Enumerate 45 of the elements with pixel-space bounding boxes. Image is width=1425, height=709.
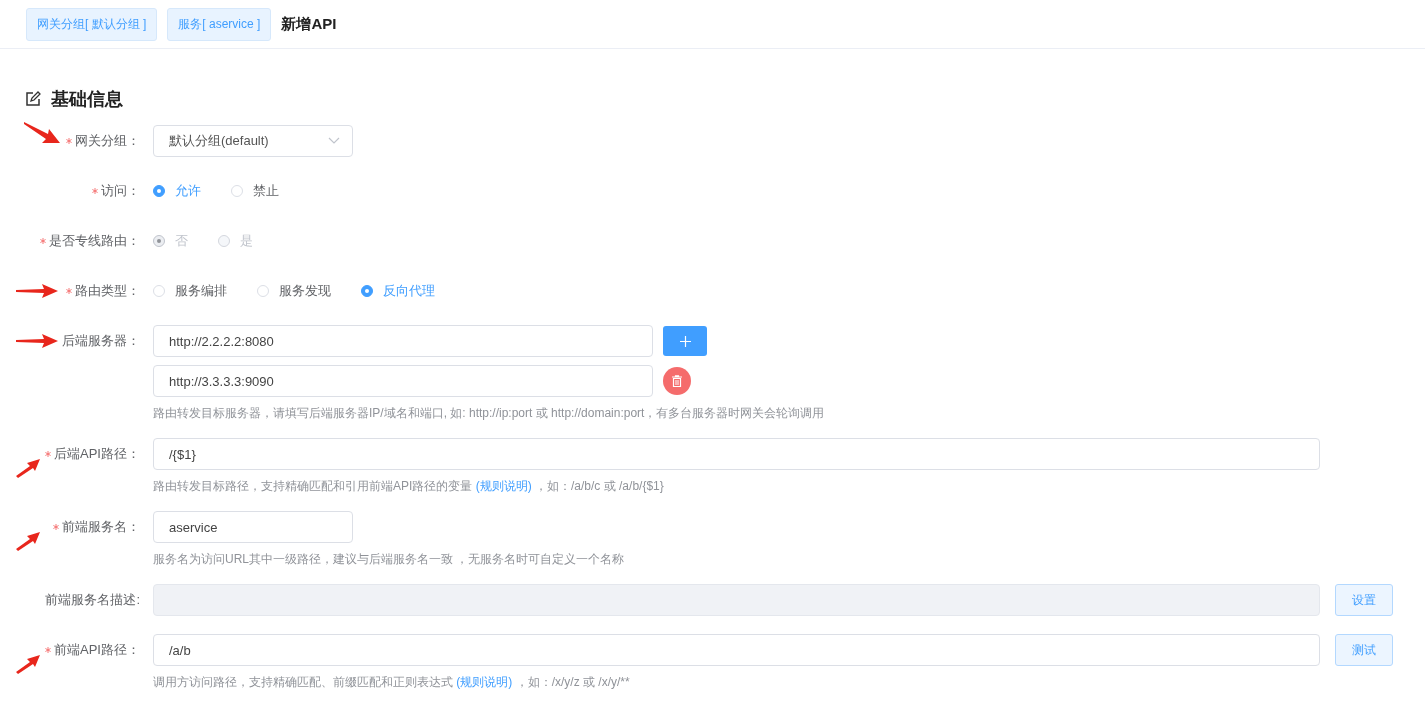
radio-label[interactable]: 反向代理: [383, 282, 435, 300]
annotation-arrow-icon: [16, 333, 58, 349]
field-label: 前端服务名描述:: [45, 591, 140, 609]
text-input[interactable]: /{$1}: [153, 438, 1320, 470]
plus-icon: [679, 335, 691, 347]
trash-icon: [672, 375, 682, 387]
add-button[interactable]: [663, 326, 707, 356]
annotation-arrow-icon: [16, 531, 40, 551]
rules-link[interactable]: (规则说明): [456, 675, 513, 689]
page-title: 新增API: [281, 14, 337, 34]
breadcrumb-tag[interactable]: 网关分组[ 默认分组 ]: [26, 7, 158, 41]
field-label: 访问：: [101, 182, 140, 200]
help-text: 路由转发目标服务器，请填写后端服务器IP/域名和端口, 如: http://ip:port 或 http://domain:port，有多台服务器时网关会轮询调用: [153, 405, 825, 422]
text-input[interactable]: /a/b: [153, 634, 1320, 666]
radio-label[interactable]: 服务编排: [175, 282, 227, 300]
gateway-group-select[interactable]: 默认分组(default): [153, 125, 353, 157]
help-text: 调用方访问路径，支持精确匹配、前缀匹配和正则表达式 (规则说明) ，如：/x/y/z 或 /x/y/**: [153, 674, 631, 691]
section-title: 基础信息: [51, 88, 123, 111]
radio-button[interactable]: [361, 285, 373, 297]
action-button[interactable]: 测试: [1335, 634, 1393, 666]
annotation-arrow-icon: [16, 654, 40, 674]
help-text: 服务名为访问URL其中一级路径，建议与后端服务名一致 ，无服务名时可自定义一个名称: [153, 551, 625, 568]
field-label: 前端服务名：: [62, 518, 140, 536]
field-label: 路由类型：: [75, 282, 140, 300]
field-label: 是否专线路由：: [49, 232, 140, 250]
field-label: 后端服务器：: [62, 332, 140, 350]
help-text: 路由转发目标路径，支持精确匹配和引用前端API路径的变量 (规则说明) ，如：/a/b/c 或 /a/b/{$1}: [153, 478, 665, 495]
server-input[interactable]: http://3.3.3.3:9090: [153, 365, 653, 397]
edit-icon: [25, 91, 41, 107]
text-input[interactable]: aservice: [153, 511, 353, 543]
delete-button[interactable]: [663, 367, 691, 395]
field-label: 后端API路径：: [54, 445, 140, 463]
annotation-arrow-icon: [24, 121, 60, 145]
radio-label[interactable]: 服务发现: [279, 282, 331, 300]
field-label: 网关分组：: [75, 132, 140, 150]
chevron-down-icon: [328, 137, 340, 145]
annotation-arrow-icon: [16, 283, 58, 299]
rules-link[interactable]: (规则说明): [475, 479, 532, 493]
server-input[interactable]: http://2.2.2.2:8080: [153, 325, 653, 357]
radio-label[interactable]: 禁止: [253, 182, 279, 200]
radio-label[interactable]: 允许: [175, 182, 201, 200]
breadcrumb-tag[interactable]: 服务[ aservice ]: [167, 7, 272, 41]
annotation-arrow-icon: [16, 458, 40, 478]
radio-button[interactable]: [153, 185, 165, 197]
field-label: 前端API路径：: [54, 641, 140, 659]
